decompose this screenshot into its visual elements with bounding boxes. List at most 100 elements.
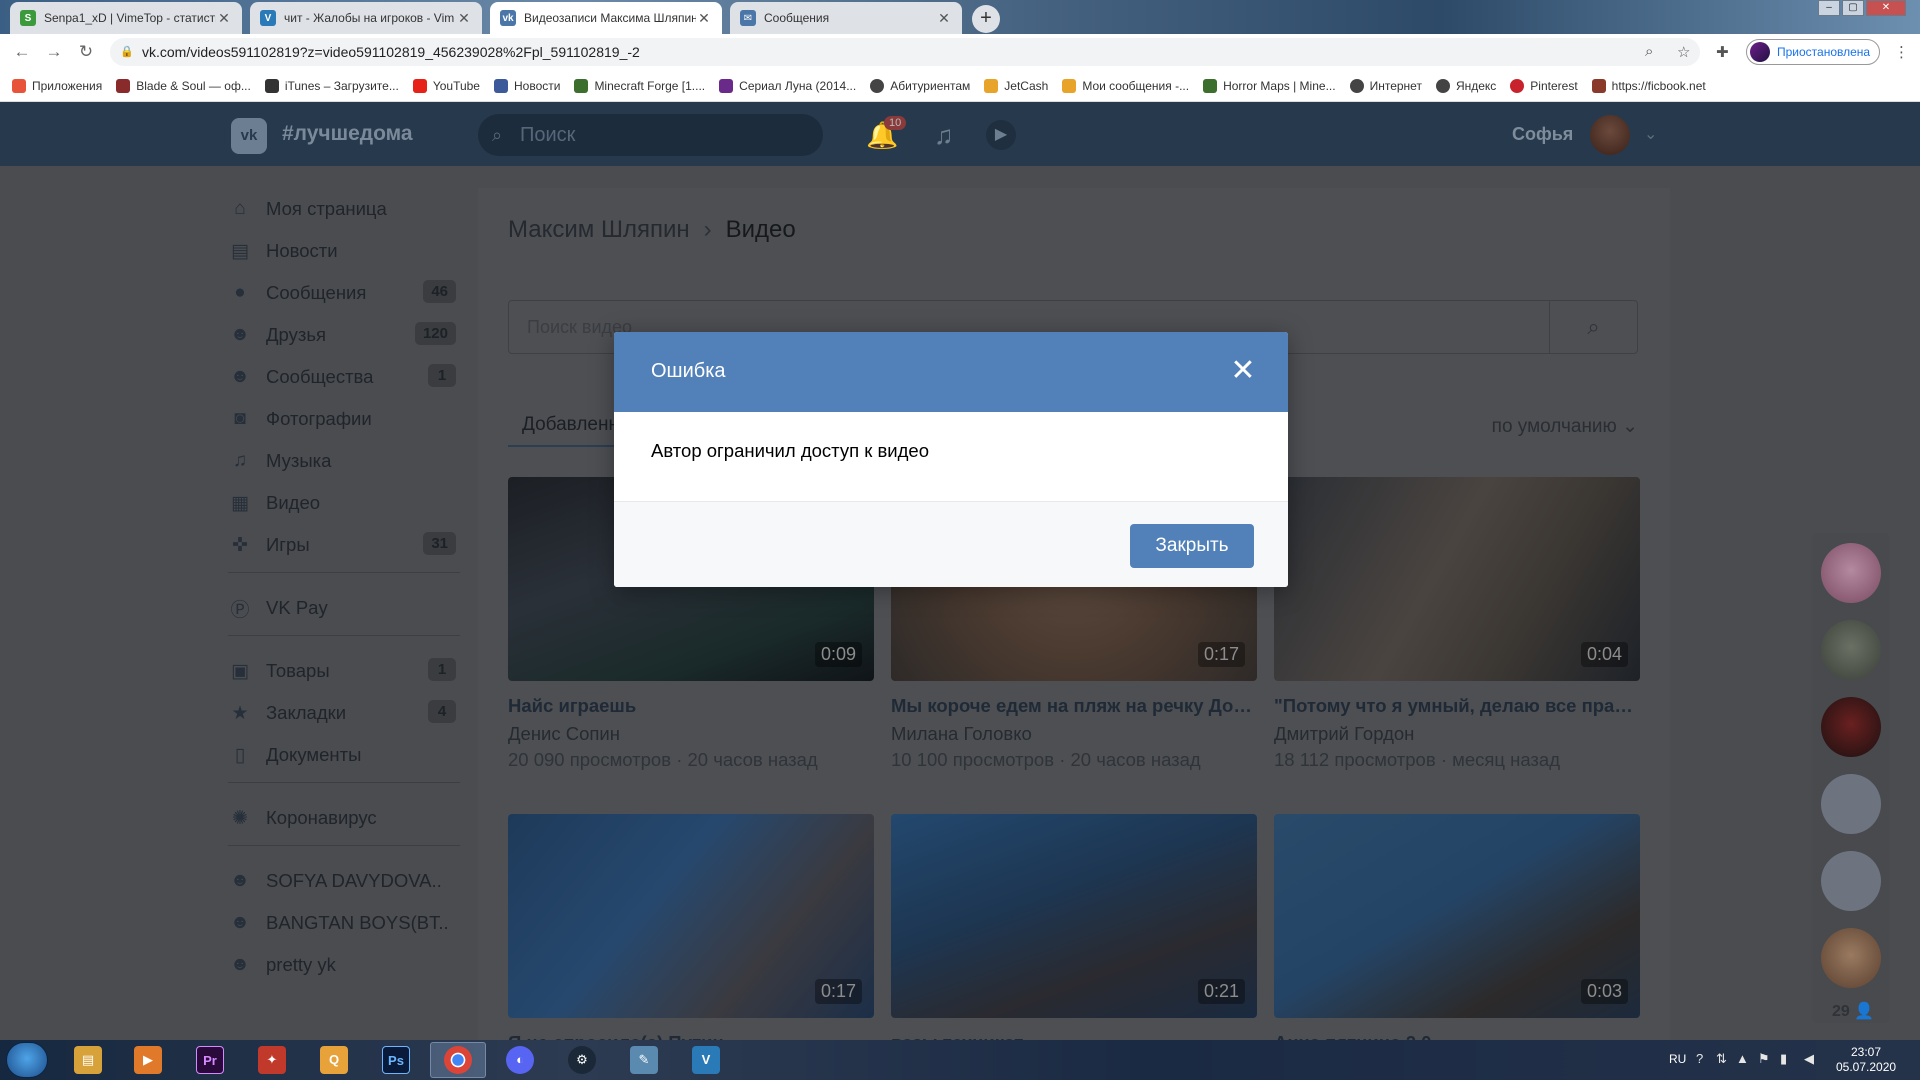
video-title[interactable]: "Потому что я умный, делаю все прави... <box>1274 695 1640 717</box>
sidebar-item-friends[interactable]: ☻ Друзья 120 <box>228 314 460 356</box>
video-card[interactable]: 0:03 Анна пятница 2.0 <box>1274 814 1640 1054</box>
search-icon[interactable]: ⌕ <box>1549 301 1637 353</box>
vk-search-input[interactable]: ⌕ Поиск <box>478 114 823 156</box>
taskbar-discord[interactable]: ◐ <box>492 1042 548 1078</box>
bookmark-item[interactable]: iTunes – Загрузите... <box>264 78 399 93</box>
video-author[interactable]: Дмитрий Гордон <box>1274 723 1640 745</box>
bookmark-item[interactable]: Новости <box>493 78 560 93</box>
tab-close-icon[interactable]: ✕ <box>456 10 472 27</box>
language-indicator[interactable]: RU <box>1669 1052 1686 1066</box>
network-adapter-icon[interactable]: ⇅ <box>1716 1051 1727 1067</box>
sidebar-item-news[interactable]: ▤ Новости <box>228 230 460 272</box>
profile-button[interactable]: Приостановлена <box>1746 39 1880 65</box>
volume-icon[interactable]: ◀ <box>1804 1051 1814 1067</box>
zoom-icon[interactable]: ⌕ <box>1645 43 1653 60</box>
sidebar-item-group[interactable]: ☻ BANGTAN BOYS(BT.. <box>228 902 460 944</box>
browser-tab[interactable]: ✉ Сообщения ✕ <box>730 2 962 34</box>
forward-arrow-icon[interactable]: → <box>44 42 64 62</box>
sidebar-item-games[interactable]: ✜ Игры 31 <box>228 524 460 566</box>
taskbar-media-player[interactable]: ▶ <box>120 1042 176 1078</box>
new-tab-button[interactable]: + <box>972 5 1000 33</box>
chat-avatar[interactable] <box>1821 543 1881 603</box>
sidebar-item-messages[interactable]: ● Сообщения 46 <box>228 272 460 314</box>
bookmark-item[interactable]: Яндекс <box>1435 78 1496 93</box>
taskbar-notepad[interactable]: ✎ <box>616 1042 672 1078</box>
bookmark-item[interactable]: Абитуриентам <box>870 78 970 93</box>
bookmark-item[interactable]: Приложения <box>12 78 102 93</box>
menu-dots-icon[interactable]: ⋮ <box>1894 43 1909 61</box>
sidebar-item-coronavirus[interactable]: ✺ Коронавирус <box>228 797 460 839</box>
bookmark-item[interactable]: YouTube <box>412 78 480 93</box>
window-minimize-button[interactable]: – <box>1818 0 1840 16</box>
bookmark-item[interactable]: https://ficbook.net <box>1591 78 1706 93</box>
play-icon[interactable]: ▶ <box>986 120 1016 150</box>
tab-close-icon[interactable]: ✕ <box>696 10 712 27</box>
video-thumbnail[interactable]: 0:03 <box>1274 814 1640 1018</box>
bookmark-item[interactable]: Интернет <box>1349 78 1422 93</box>
chat-avatar[interactable] <box>1821 774 1881 834</box>
tab-close-icon[interactable]: ✕ <box>216 10 232 27</box>
close-button[interactable]: Закрыть <box>1130 524 1254 568</box>
bookmark-item[interactable]: Horror Maps | Mine... <box>1203 78 1336 93</box>
chat-avatar[interactable] <box>1821 928 1881 988</box>
video-author[interactable]: Денис Сопин <box>508 723 874 745</box>
extensions-icon[interactable]: ✚ <box>1716 43 1729 61</box>
bookmark-star-icon[interactable]: ☆ <box>1677 43 1690 61</box>
chevron-down-icon[interactable]: ⌄ <box>1644 124 1657 144</box>
video-title[interactable]: Найс играешь <box>508 695 874 717</box>
bookmark-item[interactable]: Сериал Луна (2014... <box>719 78 856 93</box>
avatar[interactable] <box>1590 115 1630 155</box>
sidebar-item-groups[interactable]: ☻ Сообщества 1 <box>228 356 460 398</box>
taskbar-chrome[interactable] <box>430 1042 486 1078</box>
sidebar-item-photos[interactable]: ◙ Фотографии <box>228 398 460 440</box>
sidebar-item-video[interactable]: ▦ Видео <box>228 482 460 524</box>
system-clock[interactable]: 23:07 05.07.2020 <box>1836 1045 1896 1075</box>
browser-tab[interactable]: S Senpa1_xD | VimeTop - статисти ✕ <box>10 2 242 34</box>
sidebar-item-bookmarks[interactable]: ★ Закладки 4 <box>228 692 460 734</box>
sidebar-item-my-page[interactable]: ⌂ Моя страница <box>228 188 460 230</box>
bookmark-item[interactable]: Minecraft Forge [1.... <box>574 78 705 93</box>
sidebar-item-vkpay[interactable]: Ⓟ VK Pay <box>228 587 460 629</box>
vk-logo[interactable]: vk <box>231 118 267 154</box>
bookmark-item[interactable]: Blade & Soul — оф... <box>116 78 251 93</box>
sidebar-item-goods[interactable]: ▣ Товары 1 <box>228 650 460 692</box>
tab-close-icon[interactable]: ✕ <box>936 10 952 27</box>
flag-icon[interactable]: ⚑ <box>1758 1051 1770 1067</box>
bookmark-item[interactable]: Pinterest <box>1510 78 1578 93</box>
breadcrumb-owner-link[interactable]: Максим Шляпин <box>508 216 690 243</box>
address-bar[interactable]: 🔒 vk.com/videos591102819?z=video59110281… <box>110 38 1700 66</box>
sidebar-item-group[interactable]: ☻ pretty yk <box>228 944 460 986</box>
music-note-icon[interactable]: ♫ <box>934 120 954 151</box>
sidebar-item-music[interactable]: ♫ Музыка <box>228 440 460 482</box>
reload-icon[interactable]: ↻ <box>76 42 96 62</box>
video-card[interactable]: 0:17 Я не спросила(а) Путин <box>508 814 874 1054</box>
taskbar-premiere[interactable]: Pr <box>182 1042 238 1078</box>
sidebar-item-documents[interactable]: ▯ Документы <box>228 734 460 776</box>
sidebar-item-group[interactable]: ☻ SOFYA DAVYDOVA.. <box>228 860 460 902</box>
chat-avatar[interactable] <box>1821 620 1881 680</box>
bookmark-item[interactable]: JetCash <box>984 78 1048 93</box>
video-card[interactable]: 0:04 "Потому что я умный, делаю все прав… <box>1274 477 1640 771</box>
browser-tab-active[interactable]: vk Видеозаписи Максима Шляпин ✕ <box>490 2 722 34</box>
tray-arrow-up-icon[interactable]: ▲ <box>1736 1051 1749 1066</box>
user-name[interactable]: Софья <box>1512 124 1573 145</box>
video-thumbnail[interactable]: 0:04 <box>1274 477 1640 681</box>
start-button[interactable] <box>6 1042 48 1078</box>
video-thumbnail[interactable]: 0:17 <box>508 814 874 1018</box>
video-title[interactable]: Мы короче едем на пляж на речку Дон... <box>891 695 1257 717</box>
signal-icon[interactable]: ▮ <box>1780 1051 1787 1067</box>
video-thumbnail[interactable]: 0:21 <box>891 814 1257 1018</box>
chat-online-count[interactable]: 29 👤 <box>1832 1001 1874 1021</box>
taskbar-search-app[interactable]: Q <box>306 1042 362 1078</box>
bookmark-item[interactable]: Мои сообщения -... <box>1062 78 1189 93</box>
taskbar-steam[interactable]: ⚙ <box>554 1042 610 1078</box>
video-author[interactable]: Милана Головко <box>891 723 1257 745</box>
taskbar-explorer[interactable]: ▤ <box>60 1042 116 1078</box>
video-card[interactable]: 0:21 вазы техникат <box>891 814 1257 1054</box>
window-maximize-button[interactable]: ▢ <box>1842 0 1864 16</box>
window-close-button[interactable]: ✕ <box>1866 0 1906 16</box>
back-arrow-icon[interactable]: ← <box>12 42 32 62</box>
taskbar-app[interactable]: ✦ <box>244 1042 300 1078</box>
close-icon[interactable]: ✕ <box>1226 354 1260 388</box>
chat-avatar[interactable] <box>1821 851 1881 911</box>
